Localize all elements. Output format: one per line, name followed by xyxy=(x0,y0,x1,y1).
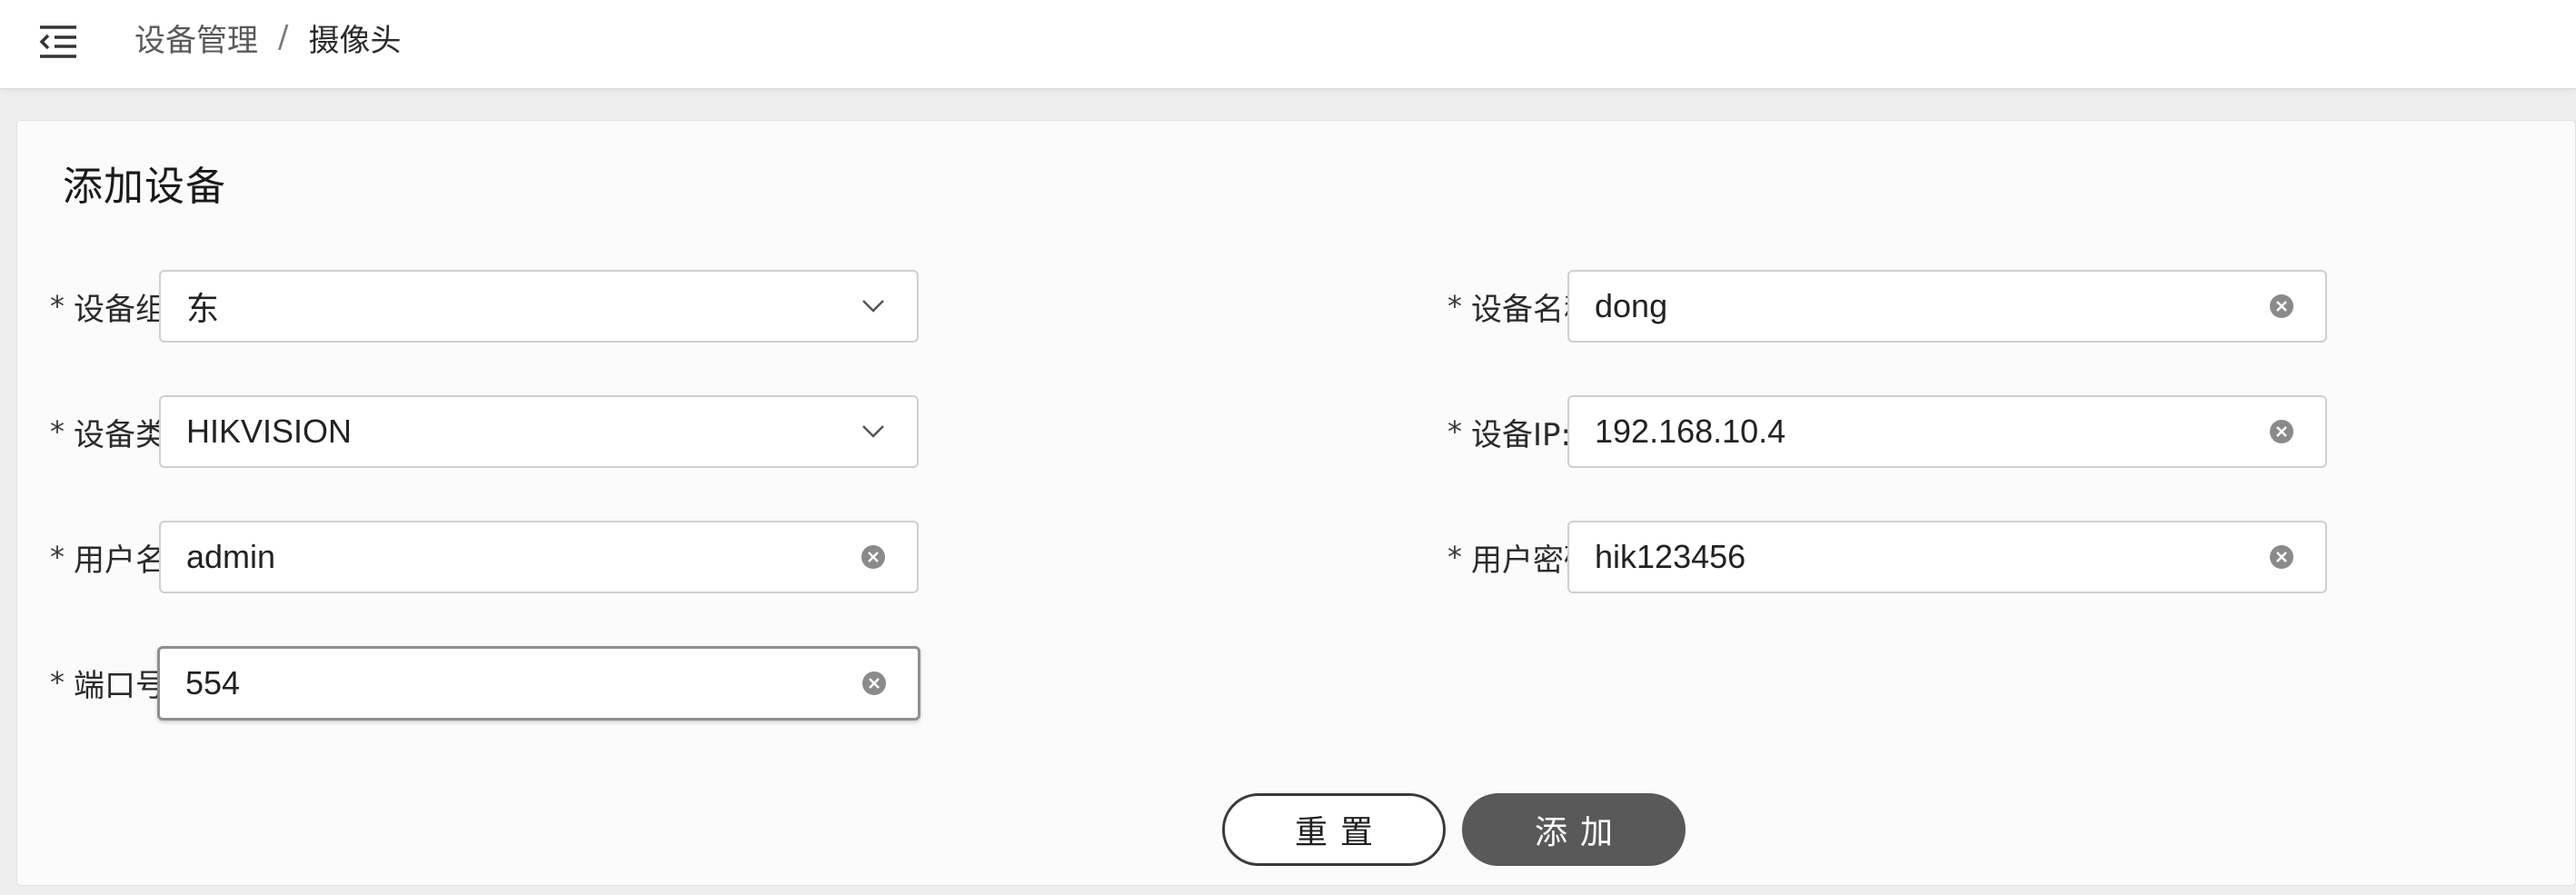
device-group-row: * 设备组: 东 xyxy=(50,270,1077,343)
username-row: * 用户名: admin xyxy=(50,521,1077,593)
chevron-down-icon xyxy=(855,288,891,324)
port-value: 554 xyxy=(185,664,241,701)
menu-fold-icon[interactable] xyxy=(33,16,84,67)
device-type-row: * 设备类型: HIKVISION xyxy=(50,395,1077,468)
add-device-card: 添加设备 * 设备组: 东 * 设备名称: dong * 设备类型: HIKVI… xyxy=(16,120,2576,886)
username-value: admin xyxy=(186,538,276,575)
required-mark: * xyxy=(1447,289,1462,323)
chevron-down-icon xyxy=(855,413,891,450)
required-mark: * xyxy=(50,540,65,574)
device-group-select[interactable]: 东 xyxy=(159,270,919,343)
page-title: 添加设备 xyxy=(63,164,226,210)
breadcrumb-parent[interactable]: 设备管理 xyxy=(134,15,258,60)
device-group-value: 东 xyxy=(186,291,220,328)
breadcrumb: 设备管理 / 摄像头 xyxy=(134,13,401,62)
port-row: * 端口号: 554 xyxy=(50,646,1077,721)
device-type-select[interactable]: HIKVISION xyxy=(159,395,919,468)
device-name-value: dong xyxy=(1595,287,1668,324)
device-name-input[interactable]: dong xyxy=(1567,270,2327,343)
port-input[interactable]: 554 xyxy=(157,646,920,721)
password-input[interactable]: hik123456 xyxy=(1567,521,2327,593)
clear-circle-icon[interactable] xyxy=(856,665,892,701)
password-value: hik123456 xyxy=(1595,538,1746,575)
username-label: * 用户名: xyxy=(50,540,177,579)
device-group-label: * 设备组: xyxy=(50,289,177,328)
password-row: * 用户密码: hik123456 xyxy=(1447,521,2465,593)
device-ip-row: * 设备IP: 192.168.10.4 xyxy=(1447,395,2465,468)
device-ip-label: * 设备IP: xyxy=(1447,414,1571,453)
required-mark: * xyxy=(50,665,65,700)
top-bar: 设备管理 / 摄像头 xyxy=(0,0,2576,89)
required-mark: * xyxy=(50,414,65,449)
device-ip-input[interactable]: 192.168.10.4 xyxy=(1567,395,2327,468)
username-input[interactable]: admin xyxy=(159,521,919,593)
breadcrumb-separator: / xyxy=(278,19,289,55)
clear-circle-icon[interactable] xyxy=(2263,539,2300,575)
breadcrumb-current: 摄像头 xyxy=(308,22,402,59)
device-ip-value: 192.168.10.4 xyxy=(1595,413,1786,450)
device-type-value: HIKVISION xyxy=(186,413,353,450)
clear-circle-icon[interactable] xyxy=(2263,413,2300,450)
required-mark: * xyxy=(1447,414,1462,449)
clear-circle-icon[interactable] xyxy=(855,539,891,575)
reset-button[interactable]: 重置 xyxy=(1222,793,1446,866)
clear-circle-icon[interactable] xyxy=(2263,288,2300,324)
required-mark: * xyxy=(1447,540,1462,574)
device-name-row: * 设备名称: dong xyxy=(1447,270,2465,343)
add-button[interactable]: 添加 xyxy=(1462,793,1686,866)
required-mark: * xyxy=(50,289,65,323)
